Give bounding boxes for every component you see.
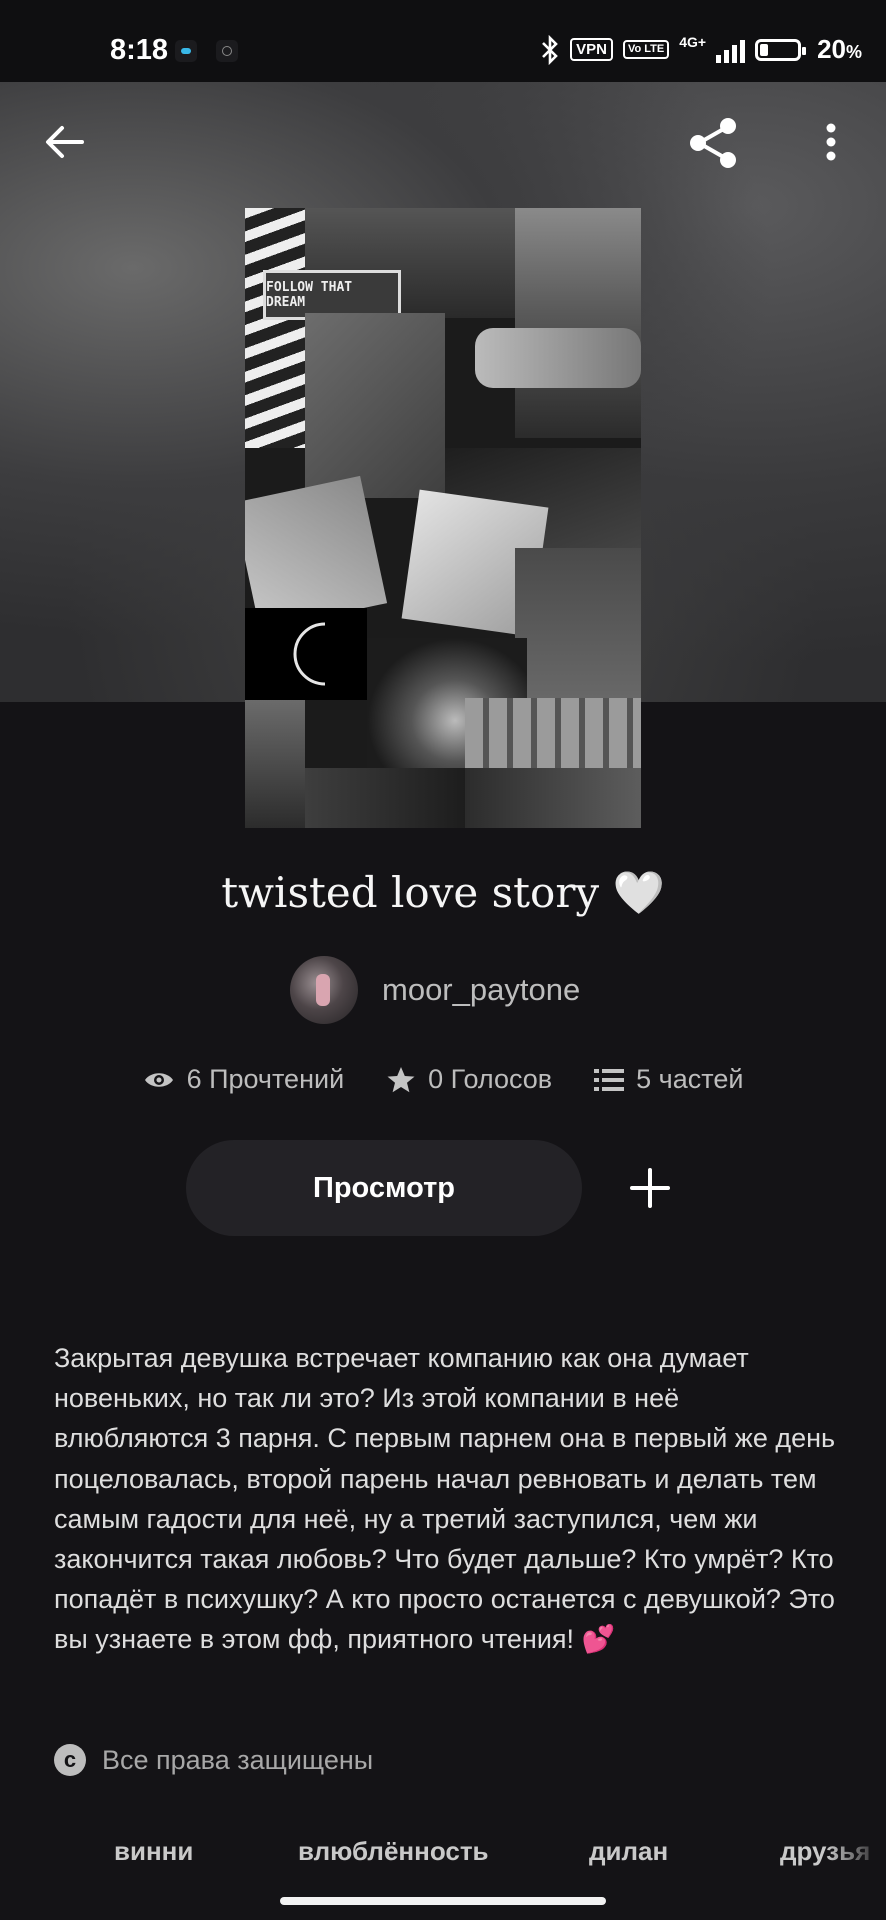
list-icon <box>594 1068 625 1091</box>
story-description: Закрытая девушка встречает компанию как … <box>54 1338 840 1660</box>
votes-stat: 0 Голосов <box>386 1064 552 1095</box>
copyright-row: c Все права защищены <box>54 1744 373 1776</box>
camera-notification-icon <box>216 40 238 62</box>
more-options-button[interactable] <box>806 112 856 172</box>
copyright-text: Все права защищены <box>102 1744 374 1775</box>
reads-count: 6 Прочтений <box>186 1064 345 1094</box>
signal-icon <box>716 37 746 63</box>
battery-icon <box>755 38 807 61</box>
share-icon <box>690 118 736 168</box>
battery-level: 20% <box>817 34 862 64</box>
parts-stat: 5 частей <box>594 1064 743 1095</box>
tag-chip[interactable]: винни <box>114 1836 193 1867</box>
volte-badge: Vo LTE <box>622 40 670 59</box>
add-to-library-button[interactable] <box>620 1150 680 1226</box>
home-indicator[interactable] <box>280 1897 606 1905</box>
description-text: Закрытая девушка встречает компанию как … <box>54 1343 836 1655</box>
tag-chip[interactable]: дилан <box>589 1836 668 1867</box>
vpn-badge: VPN <box>570 38 613 61</box>
story-stats: 6 Прочтений 0 Голосов 5 частей <box>0 1064 886 1095</box>
eye-icon <box>144 1072 173 1087</box>
plus-icon <box>630 1168 670 1208</box>
tags-fade <box>826 1830 886 1878</box>
parts-count: 5 частей <box>636 1064 744 1094</box>
status-indicators: VPN Vo LTE 4G+ 20% <box>540 34 862 65</box>
network-type: 4G+ <box>679 34 707 50</box>
status-time: 8:18 <box>110 34 169 66</box>
tag-chip[interactable]: влюблённость <box>298 1836 489 1867</box>
votes-count: 0 Голосов <box>428 1064 553 1094</box>
story-title: twisted love story 🤍 <box>221 868 665 917</box>
reads-stat: 6 Прочтений <box>143 1064 345 1095</box>
story-cover-image[interactable]: FOLLOW THAT DREAM <box>245 208 641 828</box>
author-avatar[interactable] <box>290 956 358 1024</box>
read-button[interactable]: Просмотр <box>186 1140 582 1236</box>
more-vertical-icon <box>826 123 836 161</box>
bluetooth-icon <box>542 34 558 65</box>
author-name[interactable]: moor_paytone <box>382 972 580 1008</box>
hearts-emoji: 💕 <box>581 1624 616 1655</box>
copyright-icon: c <box>54 1744 86 1776</box>
notification-icon <box>175 40 197 62</box>
status-bar: 8:18 VPN Vo LTE 4G+ 20% <box>0 0 886 82</box>
star-icon <box>387 1066 415 1092</box>
share-button[interactable] <box>680 110 746 176</box>
tags-row: винни влюблённость дилан друзья <box>0 1830 886 1878</box>
back-button[interactable] <box>34 112 94 172</box>
arrow-left-icon <box>46 126 84 158</box>
author-row[interactable]: moor_paytone <box>290 954 580 1026</box>
